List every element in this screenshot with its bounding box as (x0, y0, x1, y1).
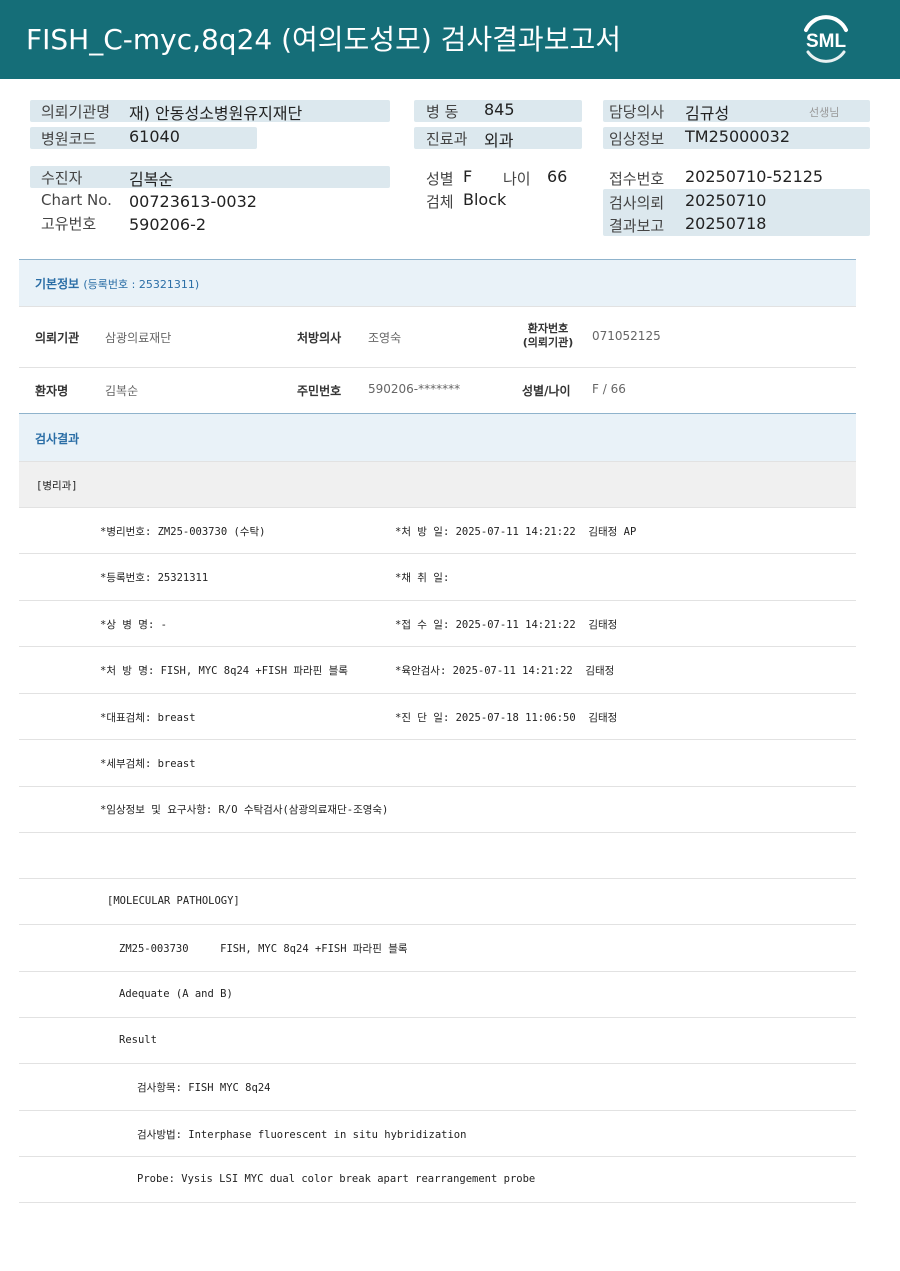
report-value: 20250718 (685, 214, 767, 233)
patient-no-label-line1: 환자번호 (527, 322, 569, 335)
id-value: 590206-2 (129, 215, 207, 234)
divider (19, 1110, 856, 1111)
patient-no-value: 071052125 (592, 329, 661, 343)
sex-value: F (463, 167, 473, 186)
result-header: 검사결과 (19, 413, 856, 462)
patient-no-label-line2: (의뢰기관) (522, 336, 574, 349)
org-label: 의뢰기관 (35, 331, 80, 345)
sex-age-value: F / 66 (592, 382, 626, 396)
request-label: 검사의뢰 (609, 194, 665, 212)
divider (19, 1017, 856, 1018)
rrn-value: 590206-******* (368, 382, 461, 396)
divider (19, 507, 856, 508)
hospital-label: 의뢰기관명 (41, 103, 111, 121)
clinical-value: TM25000032 (685, 127, 791, 146)
dept-value: 외과 (484, 131, 514, 150)
chart-value: 00723613-0032 (129, 192, 257, 211)
result-row-left: *처 방 명: FISH, MYC 8q24 +FISH 파라핀 블록 (100, 665, 348, 677)
patient-no-label: 환자번호 (의뢰기관) (520, 322, 576, 350)
basic-info-title: 기본정보 (등록번호 : 25321311) (35, 275, 199, 292)
report-header: FISH_C-myc,8q24 (여의도성모) 검사결과보고서 SML (0, 0, 900, 79)
result-row-left: *병리번호: ZM25-003730 (수탁) (100, 526, 266, 538)
prescriber-value: 조영숙 (368, 331, 402, 345)
result-row-right: *처 방 일: 2025-07-11 14:21:22 김태정 AP (395, 526, 637, 538)
divider (19, 739, 856, 740)
divider (19, 461, 856, 462)
ward-value: 845 (484, 100, 515, 119)
divider (19, 1202, 856, 1203)
result-row-left: *대표검체: breast (100, 712, 196, 724)
result-row-right: *채 취 일: (395, 572, 450, 584)
sml-logo-icon: SML (804, 15, 848, 63)
divider (19, 367, 856, 368)
patient-pill (30, 166, 390, 188)
basic-info-title-text: 기본정보 (35, 277, 80, 291)
divider (19, 1156, 856, 1157)
result-title: 검사결과 (35, 432, 80, 446)
patient-label: 수진자 (41, 169, 83, 187)
molecular-line: ZM25-003730 FISH, MYC 8q24 +FISH 파라핀 블록 (119, 943, 408, 955)
molecular-line: Adequate (A and B) (119, 988, 233, 1000)
patient-value: 김복순 (129, 170, 174, 189)
molecular-line: 검사방법: Interphase fluorescent in situ hyb… (137, 1129, 467, 1141)
request-value: 20250710 (685, 191, 767, 210)
chart-label: Chart No. (41, 191, 112, 209)
name-label: 환자명 (35, 384, 69, 398)
age-label: 나이 (503, 170, 531, 188)
divider (19, 971, 856, 972)
org-value: 삼광의료재단 (105, 331, 172, 345)
receipt-value: 20250710-52125 (685, 167, 824, 186)
report-label: 결과보고 (609, 217, 665, 235)
age-value: 66 (547, 167, 568, 186)
divider (19, 786, 856, 787)
molecular-line: 검사항목: FISH MYC 8q24 (137, 1082, 271, 1094)
molecular-line: Result (119, 1034, 157, 1046)
specimen-label: 검체 (426, 193, 454, 211)
divider (19, 646, 856, 647)
report-title: FISH_C-myc,8q24 (여의도성모) 검사결과보고서 (26, 23, 621, 56)
doctor-value: 김규성 (685, 104, 730, 123)
name-value: 김복순 (105, 384, 139, 398)
dept-label: [병리과] (36, 480, 78, 492)
code-label: 병원코드 (41, 130, 97, 148)
doctor-label: 담당의사 (609, 103, 665, 121)
molecular-line: Probe: Vysis LSI MYC dual color break ap… (137, 1173, 536, 1185)
logo-text: SML (806, 31, 847, 52)
result-row-left: *등록번호: 25321311 (100, 572, 209, 584)
dept-band (19, 462, 856, 508)
result-row-right: *진 단 일: 2025-07-18 11:06:50 김태정 (395, 712, 618, 724)
specimen-value: Block (463, 190, 507, 209)
divider (19, 553, 856, 554)
basic-info-reg-no: (등록번호 : 25321311) (83, 278, 200, 291)
divider (19, 878, 856, 879)
divider (19, 306, 856, 307)
dept-label: 진료과 (426, 130, 468, 148)
divider (19, 693, 856, 694)
sex-label: 성별 (426, 170, 454, 188)
molecular-title: [MOLECULAR PATHOLOGY] (107, 895, 240, 907)
id-label: 고유번호 (41, 215, 97, 233)
result-row-right: *육안검사: 2025-07-11 14:21:22 김태정 (395, 665, 615, 677)
receipt-label: 접수번호 (609, 170, 665, 188)
code-value: 61040 (129, 127, 180, 146)
ward-label: 병 동 (426, 103, 459, 121)
result-row-left: *세부검체: breast (100, 758, 196, 770)
divider (19, 600, 856, 601)
hospital-value: 재) 안동성소병원유지재단 (129, 104, 303, 123)
divider (19, 1063, 856, 1064)
prescriber-label: 처방의사 (297, 331, 342, 345)
divider (19, 924, 856, 925)
basic-info-header: 기본정보 (등록번호 : 25321311) (19, 259, 856, 306)
clinical-label: 임상정보 (609, 130, 665, 148)
sex-age-label: 성별/나이 (522, 384, 571, 398)
result-row-left: *임상정보 및 요구사항: R/O 수탁검사(삼광의료재단-조영숙) (100, 804, 389, 816)
result-row-right: *접 수 일: 2025-07-11 14:21:22 김태정 (395, 619, 618, 631)
doctor-suffix: 선생님 (809, 106, 840, 119)
result-row-left: *상 병 명: - (100, 619, 167, 631)
rrn-label: 주민번호 (297, 384, 342, 398)
divider (19, 832, 856, 833)
